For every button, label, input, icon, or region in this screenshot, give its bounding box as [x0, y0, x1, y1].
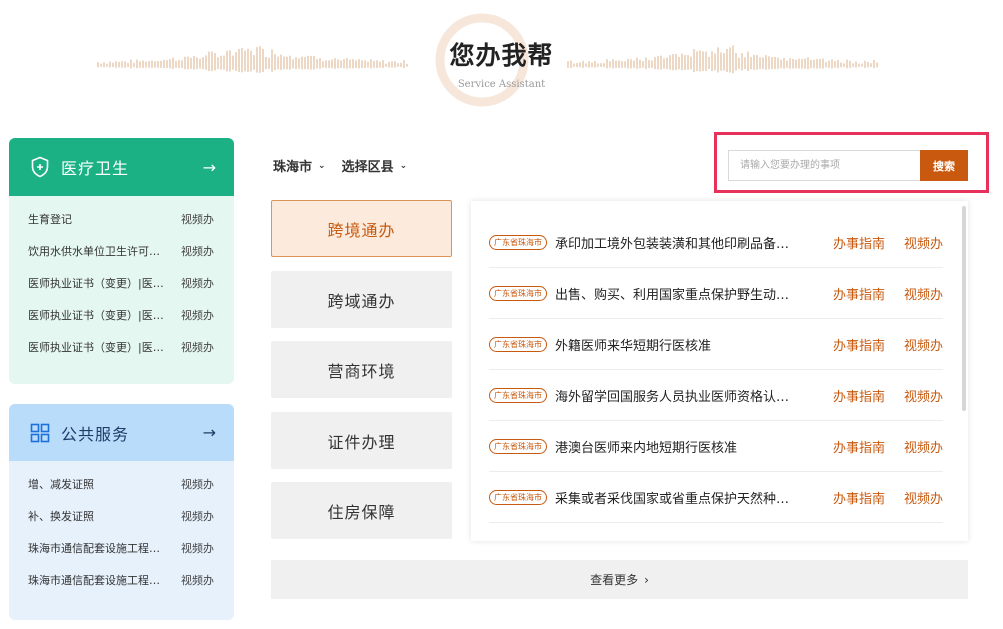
grid-icon [29, 422, 51, 444]
service-title[interactable]: 港澳台医师来内地短期行医核准 [555, 437, 811, 456]
list-item[interactable]: 增、减发证照 视频办 [9, 468, 234, 500]
list-item[interactable]: 广东省珠海市 外籍医师来华短期行医核准 办事指南 视频办 [489, 319, 943, 370]
section-header: 您办我帮 Service Assistant [0, 0, 1003, 120]
video-link[interactable]: 视频办 [904, 335, 943, 354]
public-service-card-header[interactable]: 公共服务 → [9, 404, 234, 461]
service-title[interactable]: 外籍医师来华短期行医核准 [555, 335, 811, 354]
guide-link[interactable]: 办事指南 [833, 437, 885, 456]
video-link[interactable]: 视频办 [904, 437, 943, 456]
city-select[interactable]: 珠海市 ⌄ [273, 156, 326, 175]
list-item[interactable]: 饮用水供水单位卫生许可… 视频办 [9, 235, 234, 267]
medical-card-title: 医疗卫生 [61, 159, 130, 178]
region-tag: 广东省珠海市 [489, 489, 547, 505]
arrow-right-icon[interactable]: → [203, 158, 216, 177]
video-link[interactable]: 视频办 [904, 488, 943, 507]
video-link[interactable]: 视频办 [904, 233, 943, 252]
search-input[interactable] [728, 150, 920, 181]
search-button[interactable]: 搜索 [920, 150, 968, 181]
service-title[interactable]: 出售、购买、利用国家重点保护野生动… [555, 284, 811, 303]
medical-card-header[interactable]: 医疗卫生 → [9, 138, 234, 196]
video-link[interactable]: 视频办 [904, 284, 943, 303]
service-title[interactable]: 海外留学回国服务人员执业医师资格认… [555, 386, 811, 405]
guide-link[interactable]: 办事指南 [833, 386, 885, 405]
shield-icon [29, 156, 51, 178]
view-more-button[interactable]: 查看更多 › [271, 560, 968, 599]
list-item[interactable]: 广东省珠海市 承印加工境外包装装潢和其他印刷品备… 办事指南 视频办 [489, 217, 943, 268]
list-item[interactable]: 广东省珠海市 出售、购买、利用国家重点保护野生动… 办事指南 视频办 [489, 268, 943, 319]
list-item[interactable]: 医师执业证书（变更）|医… 视频办 [9, 299, 234, 331]
list-item[interactable]: 医师执业证书（变更）|医… 视频办 [9, 331, 234, 363]
region-tag: 广东省珠海市 [489, 336, 547, 352]
medical-card: 医疗卫生 → 生育登记 视频办 饮用水供水单位卫生许可… 视频办 医师执业证书（变更… [9, 138, 234, 384]
guide-link[interactable]: 办事指南 [833, 335, 885, 354]
search-bar: 搜索 [728, 150, 968, 181]
region-tag: 广东省珠海市 [489, 387, 547, 403]
tab-housing[interactable]: 住房保障 [271, 482, 452, 539]
tab-cross-region[interactable]: 跨域通办 [271, 271, 452, 328]
list-item[interactable]: 广东省珠海市 海外留学回国服务人员执业医师资格认… 办事指南 视频办 [489, 370, 943, 421]
region-tag: 广东省珠海市 [489, 234, 547, 250]
district-select[interactable]: 选择区县 ⌄ [342, 156, 408, 175]
video-link[interactable]: 视频办 [904, 386, 943, 405]
page-subtitle: Service Assistant [457, 79, 546, 90]
list-item[interactable]: 广东省珠海市 采集或者采伐国家或省重点保护天然种… 办事指南 视频办 [489, 472, 943, 523]
tab-cross-border[interactable]: 跨境通办 [271, 200, 452, 257]
public-service-card-title: 公共服务 [61, 424, 130, 444]
guide-link[interactable]: 办事指南 [833, 284, 885, 303]
list-item[interactable]: 珠海市通信配套设施工程… 视频办 [9, 532, 234, 564]
region-tag: 广东省珠海市 [489, 438, 547, 454]
list-item[interactable]: 珠海市通信配套设施工程… 视频办 [9, 564, 234, 596]
region-filters: 珠海市 ⌄ 选择区县 ⌄ [273, 156, 423, 175]
page-title: 您办我帮 [449, 41, 554, 70]
chevron-down-icon: ⌄ [318, 160, 326, 171]
service-title[interactable]: 承印加工境外包装装潢和其他印刷品备… [555, 233, 811, 252]
service-title[interactable]: 采集或者采伐国家或省重点保护天然种… [555, 488, 811, 507]
tab-business-environment[interactable]: 营商环境 [271, 341, 452, 398]
guide-link[interactable]: 办事指南 [833, 488, 885, 507]
arrow-right-icon[interactable]: → [203, 423, 216, 442]
public-service-card: 公共服务 → 增、减发证照 视频办 补、换发证照 视频办 珠海市通信配套设施工程… 视… [9, 404, 234, 620]
list-item[interactable]: 广东省珠海市 港澳台医师来内地短期行医核准 办事指南 视频办 [489, 421, 943, 472]
chevron-down-icon: ⌄ [399, 160, 408, 171]
list-item[interactable]: 补、换发证照 视频办 [9, 500, 234, 532]
scrollbar[interactable] [962, 206, 966, 411]
region-tag: 广东省珠海市 [489, 285, 547, 301]
chevron-right-icon: › [644, 572, 649, 587]
tab-certificates[interactable]: 证件办理 [271, 412, 452, 469]
list-item[interactable]: 生育登记 视频办 [9, 203, 234, 235]
list-item[interactable]: 医师执业证书（变更）|医… 视频办 [9, 267, 234, 299]
guide-link[interactable]: 办事指南 [833, 233, 885, 252]
